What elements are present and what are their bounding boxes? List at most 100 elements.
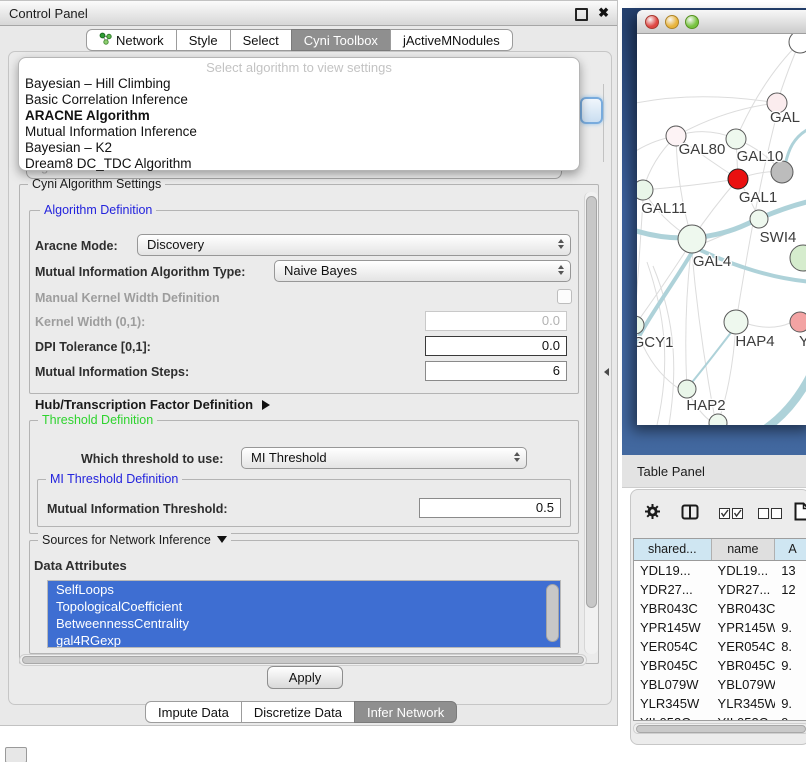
table-cell[interactable]: YIL052C <box>712 713 776 721</box>
manual-kernel-checkbox[interactable] <box>557 289 572 304</box>
tab-jactivemnodules[interactable]: jActiveMNodules <box>390 29 513 51</box>
focused-combobox-fragment[interactable] <box>580 97 603 124</box>
attribute-topologicalcoefficient[interactable]: TopologicalCoefficient <box>48 598 560 615</box>
table-row[interactable]: YIL052CYIL052C9. <box>634 713 806 721</box>
table-cell[interactable]: 9. <box>775 694 806 713</box>
network-edge[interactable] <box>643 179 738 190</box>
network-node-gal10[interactable] <box>726 129 746 149</box>
network-node[interactable] <box>790 245 806 271</box>
network-edge[interactable] <box>689 326 736 386</box>
table-horizontal-thumb[interactable] <box>636 725 806 733</box>
checked-pair-icon[interactable] <box>719 507 743 525</box>
network-node-swi4[interactable] <box>750 210 768 228</box>
table-cell[interactable]: YBL079W <box>634 675 712 694</box>
attributes-scrollbar-thumb[interactable] <box>546 584 559 642</box>
table-cell[interactable] <box>775 599 806 618</box>
algorithm-item-bayesian-hill-climbing[interactable]: Bayesian – Hill Climbing <box>19 76 579 92</box>
close-light[interactable] <box>645 15 659 29</box>
table-row[interactable]: YER054CYER054C8. <box>634 637 806 656</box>
mi-steps-field[interactable]: 6 <box>425 361 567 381</box>
table-row[interactable]: YDR27...YDR27...12 <box>634 580 806 599</box>
node-table[interactable]: shared...nameA YDL19...YDL19...13YDR27..… <box>633 538 806 721</box>
network-edge[interactable] <box>637 246 689 325</box>
minimize-light[interactable] <box>665 15 679 29</box>
network-edge[interactable] <box>637 200 643 316</box>
which-threshold-combobox[interactable]: MI Threshold <box>241 447 527 469</box>
column-header-a[interactable]: A <box>775 539 806 560</box>
network-canvas[interactable]: GALGAL80GAL10GAL1GAL11SWI4GAL4GCY1HAP4YH… <box>637 34 806 425</box>
algorithm-item-dream8-dc-tdc-algorithm[interactable]: Dream8 DC_TDC Algorithm <box>19 156 579 172</box>
table-cell[interactable]: YER054C <box>712 637 776 656</box>
close-icon[interactable]: ✖ <box>598 5 609 21</box>
settings-horizontal-thumb[interactable] <box>22 656 584 664</box>
mi-threshold-field[interactable]: 0.5 <box>419 498 561 518</box>
table-cell[interactable]: YBR045C <box>712 656 776 675</box>
tab-discretize-data[interactable]: Discretize Data <box>241 701 355 723</box>
table-row[interactable]: YPR145WYPR145W9. <box>634 618 806 637</box>
algorithm-item-mutual-information-inference[interactable]: Mutual Information Inference <box>19 124 579 140</box>
network-node-hap4[interactable] <box>724 310 748 334</box>
attribute-gal4rgexp[interactable]: gal4RGexp <box>48 632 560 648</box>
settings-vertical-thumb[interactable] <box>586 196 597 608</box>
kernel-width-field[interactable]: 0.0 <box>425 311 567 331</box>
network-node-hap2[interactable] <box>678 380 696 398</box>
network-node-gal1[interactable] <box>728 169 748 189</box>
network-edge[interactable] <box>748 323 790 327</box>
dpi-tolerance-field[interactable]: 0.0 <box>425 336 567 356</box>
tab-network[interactable]: Network <box>86 29 177 51</box>
settings-horizontal-scrollbar[interactable] <box>19 654 587 666</box>
settings-vertical-scrollbar[interactable] <box>584 192 598 654</box>
data-attributes-list[interactable]: SelfLoopsTopologicalCoefficientBetweenne… <box>47 580 561 648</box>
network-node[interactable] <box>709 414 727 425</box>
network-node-gal11[interactable] <box>637 180 653 200</box>
network-edge[interactable] <box>765 370 806 425</box>
table-cell[interactable]: YDL19... <box>712 561 776 580</box>
table-cell[interactable]: YBR043C <box>712 599 776 618</box>
attribute-betweennesscentrality[interactable]: BetweennessCentrality <box>48 615 560 632</box>
network-node-gal4[interactable] <box>678 225 706 253</box>
table-horizontal-scrollbar[interactable] <box>633 723 806 734</box>
algorithm-item-bayesian-k2[interactable]: Bayesian – K2 <box>19 140 579 156</box>
table-cell[interactable]: YDR27... <box>634 580 712 599</box>
table-cell[interactable]: 9. <box>775 656 806 675</box>
table-cell[interactable]: YBL079W <box>712 675 776 694</box>
table-row[interactable]: YLR345WYLR345W9. <box>634 694 806 713</box>
column-header-shared[interactable]: shared... <box>634 539 712 560</box>
unchecked-pair-icon[interactable] <box>758 507 782 525</box>
network-window-titlebar[interactable] <box>637 10 806 34</box>
network-edge[interactable] <box>692 253 715 419</box>
table-cell[interactable]: YLR345W <box>712 694 776 713</box>
table-cell[interactable]: YDR27... <box>712 580 776 599</box>
table-cell[interactable] <box>775 675 806 694</box>
table-cell[interactable]: YER054C <box>634 637 712 656</box>
table-cell[interactable]: 9. <box>775 713 806 721</box>
tab-style[interactable]: Style <box>176 29 231 51</box>
network-edge[interactable] <box>676 103 777 136</box>
tab-impute-data[interactable]: Impute Data <box>145 701 242 723</box>
algorithm-item-aracne-algorithm[interactable]: ARACNE Algorithm <box>19 108 579 124</box>
table-cell[interactable]: YBR043C <box>634 599 712 618</box>
table-cell[interactable]: 13 <box>775 561 806 580</box>
table-cell[interactable]: YBR045C <box>634 656 712 675</box>
float-window-icon[interactable] <box>575 8 588 21</box>
hub-section-toggle[interactable]: Hub/Transcription Factor Definition <box>35 397 270 412</box>
zoom-light[interactable] <box>685 15 699 29</box>
table-row[interactable]: YBR043CYBR043C <box>634 599 806 618</box>
tab-select[interactable]: Select <box>230 29 292 51</box>
table-row[interactable]: YDL19...YDL19...13 <box>634 561 806 580</box>
table-row[interactable]: YBL079WYBL079W <box>634 675 806 694</box>
page-icon[interactable] <box>794 502 806 526</box>
table-cell[interactable]: YPR145W <box>712 618 776 637</box>
table-cell[interactable]: YPR145W <box>634 618 712 637</box>
table-cell[interactable]: YLR345W <box>634 694 712 713</box>
table-cell[interactable]: 9. <box>775 618 806 637</box>
table-cell[interactable]: YIL052C <box>634 713 712 721</box>
algorithm-item-basic-correlation-inference[interactable]: Basic Correlation Inference <box>19 92 579 108</box>
table-cell[interactable]: 8. <box>775 637 806 656</box>
column-header-name[interactable]: name <box>712 539 776 560</box>
attribute-selfloops[interactable]: SelfLoops <box>48 581 560 598</box>
gear-icon[interactable] <box>644 503 661 525</box>
columns-icon[interactable] <box>681 504 699 525</box>
network-node-y[interactable] <box>790 312 806 332</box>
table-cell[interactable]: YDL19... <box>634 561 712 580</box>
